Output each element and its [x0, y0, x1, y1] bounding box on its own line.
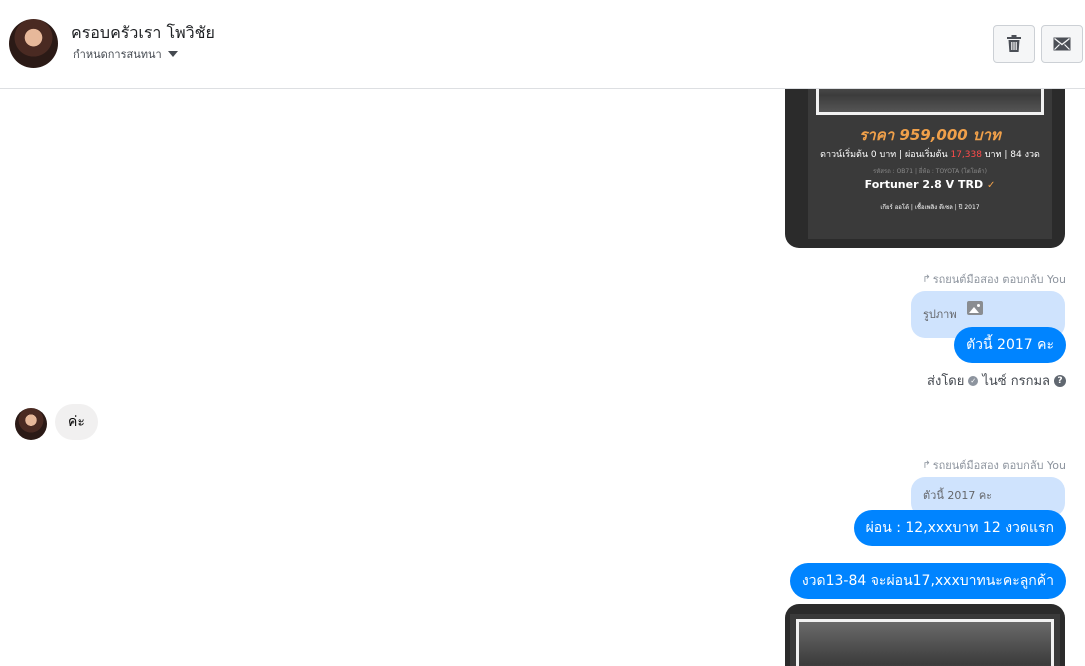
conversation-settings-dropdown[interactable]: กำหนดการสนทนา — [73, 45, 178, 63]
car-ad-panel — [790, 614, 1060, 666]
car-price: ราคา 959,000 บาท — [859, 126, 1001, 144]
conversation-settings-label: กำหนดการสนทนา — [73, 48, 162, 61]
quoted-text: ตัวนี้ 2017 คะ — [923, 489, 993, 502]
car-tags: รหัสรถ : OB71 | ยี่ห้อ : TOYOTA (โตโยต้า… — [873, 168, 987, 175]
reply-arrow-icon: ↱ — [922, 273, 931, 285]
car-specs: เกียร์ ออโต้ | เชื้อเพลิง ดีเซล | ปี 201… — [880, 204, 980, 211]
down-payment-suffix: บาท | 84 งวด — [981, 150, 1040, 160]
down-payment-text: ดาวน์เริ่มต้น 0 บาท | ผ่อนเริ่มต้น — [820, 150, 951, 160]
reply-meta-text: รถยนต์มือสอง ตอบกลับ You — [932, 459, 1066, 472]
envelope-icon — [1053, 37, 1071, 51]
contact-name[interactable]: ครอบครัวเรา โพวิชัย — [71, 21, 215, 46]
incoming-message[interactable]: ค่ะ — [55, 404, 98, 440]
outgoing-message[interactable]: งวด13-84 จะผ่อน17,xxxบาทนะคะลูกค้า — [789, 563, 1066, 599]
car-photo — [816, 89, 1044, 115]
sender-name: ไนซ์ กรกมล — [982, 374, 1050, 389]
contact-avatar[interactable] — [9, 19, 58, 68]
check-circle-icon: ✓ — [986, 180, 996, 191]
quoted-text: รูปภาพ — [923, 308, 957, 321]
car-ad-image[interactable]: ราคา 959,000 บาท ดาวน์เริ่มต้น 0 บาท | ผ… — [785, 89, 1065, 248]
reply-indicator: ↱ รถยนต์มือสอง ตอบกลับ You — [922, 270, 1066, 288]
car-model-text: Fortuner 2.8 V TRD — [864, 178, 984, 191]
car-ad-image[interactable] — [785, 604, 1065, 666]
message-list[interactable]: ราคา 959,000 บาท ดาวน์เริ่มต้น 0 บาท | ผ… — [0, 89, 1085, 666]
conversation-header: ครอบครัวเรา โพวิชัย กำหนดการสนทนา — [0, 0, 1085, 89]
sent-by-info: ส่งโดย ✓ ไนซ์ กรกมล ? — [927, 370, 1066, 391]
car-photo — [796, 619, 1054, 666]
sent-by-label: ส่งโดย — [927, 374, 965, 389]
reply-arrow-icon: ↱ — [922, 459, 931, 471]
reply-meta-text: รถยนต์มือสอง ตอบกลับ You — [932, 273, 1066, 286]
delete-button[interactable] — [993, 25, 1035, 63]
outgoing-message[interactable]: ตัวนี้ 2017 คะ — [954, 327, 1066, 363]
contact-avatar-small[interactable] — [15, 408, 47, 440]
car-down-payment: ดาวน์เริ่มต้น 0 บาท | ผ่อนเริ่มต้น 17,33… — [808, 147, 1052, 161]
chevron-down-icon — [167, 51, 178, 57]
image-icon — [967, 301, 983, 315]
car-model: Fortuner 2.8 V TRD ✓ — [808, 178, 1052, 191]
outgoing-message[interactable]: ผ่อน : 12,xxxบาท 12 งวดแรก — [853, 510, 1066, 546]
reply-indicator: ↱ รถยนต์มือสอง ตอบกลับ You — [922, 456, 1066, 474]
car-ad-panel: ราคา 959,000 บาท ดาวน์เริ่มต้น 0 บาท | ผ… — [808, 89, 1052, 239]
trash-icon — [1007, 35, 1021, 52]
monthly-amount: 17,338 — [950, 150, 982, 160]
question-icon[interactable]: ? — [1054, 374, 1066, 387]
check-icon: ✓ — [968, 375, 979, 386]
mail-button[interactable] — [1041, 25, 1083, 63]
